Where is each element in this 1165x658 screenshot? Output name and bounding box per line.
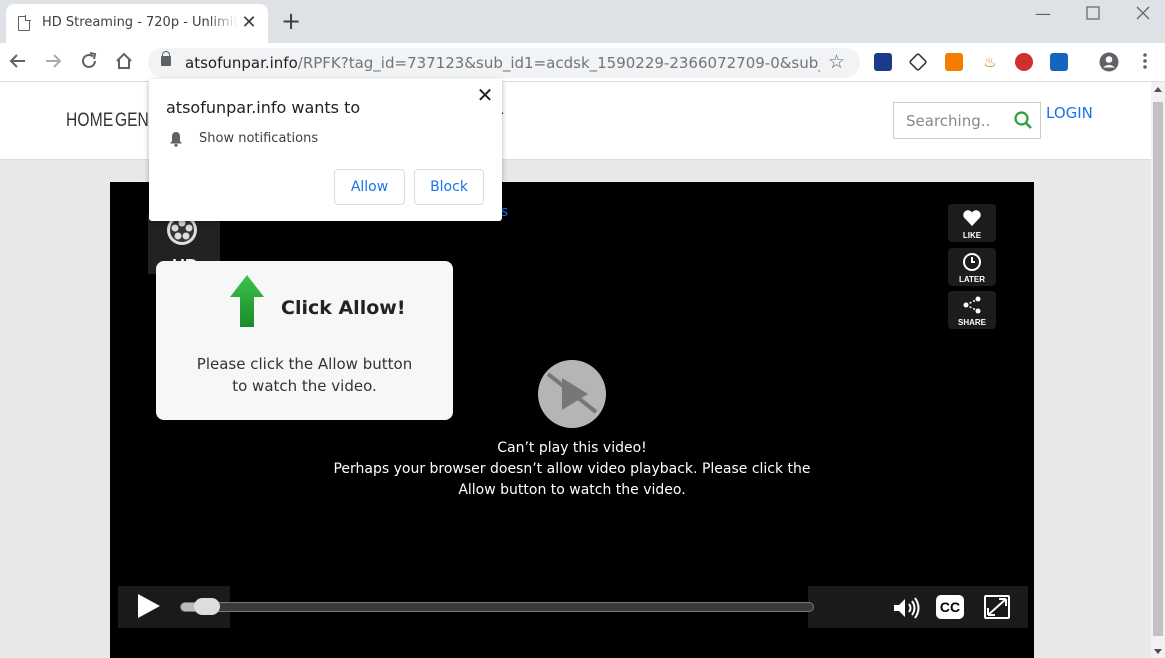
heart-icon <box>963 210 981 226</box>
browser-tab[interactable]: HD Streaming - 720p - Unlimited ✕ <box>6 4 268 43</box>
search-box[interactable] <box>893 102 1041 139</box>
extension-diamond-icon[interactable] <box>908 52 928 72</box>
profile-icon <box>1099 52 1119 72</box>
extension-orange-icon[interactable] <box>945 53 963 71</box>
clock-icon <box>963 253 981 271</box>
click-allow-line-1: Please click the Allow button <box>196 355 413 373</box>
minimize-button[interactable]: — <box>1033 4 1053 23</box>
share-button[interactable]: SHARE <box>948 291 996 329</box>
forward-button[interactable] <box>42 51 64 73</box>
allow-button[interactable]: Allow <box>334 169 405 205</box>
scroll-thumb[interactable] <box>1153 102 1163 636</box>
error-line-2: Allow button to watch the video. <box>458 482 686 498</box>
url-text[interactable]: atsofunpar.info/RPFK?tag_id=737123&sub_i… <box>185 54 820 72</box>
bell-icon <box>170 132 182 147</box>
forward-icon <box>46 54 62 68</box>
notification-permission-dialog: atsofunpar.info wants to ✕ Show notifica… <box>149 79 502 221</box>
later-button[interactable]: LATER <box>948 248 996 286</box>
fullscreen-icon[interactable] <box>984 595 1010 619</box>
browser-toolbar: atsofunpar.info/RPFK?tag_id=737123&sub_i… <box>0 43 1165 82</box>
click-allow-line-2: to watch the video. <box>232 377 377 395</box>
block-button[interactable]: Block <box>414 169 484 205</box>
new-tab-button[interactable]: + <box>280 9 302 33</box>
document-icon <box>18 15 31 31</box>
back-button[interactable] <box>7 51 29 73</box>
menu-button[interactable] <box>1134 51 1156 73</box>
menu-icon <box>1143 53 1147 69</box>
extension-clapper-icon[interactable] <box>1050 53 1068 71</box>
reload-button[interactable] <box>78 51 100 73</box>
star-icon[interactable]: ☆ <box>828 51 845 73</box>
tab-title: HD Streaming - 720p - Unlimited <box>42 15 238 30</box>
home-icon <box>116 52 132 69</box>
tab-close-icon[interactable]: ✕ <box>239 13 259 33</box>
play-icon[interactable] <box>138 594 160 618</box>
close-icon <box>1136 6 1150 20</box>
permission-text: Show notifications <box>199 131 319 146</box>
nav-home[interactable]: HOME <box>66 110 113 132</box>
window-close-button[interactable] <box>1133 4 1153 22</box>
cc-button[interactable]: CC <box>936 595 964 619</box>
later-label: LATER <box>958 275 986 284</box>
extension-bag-icon[interactable]: ♨ <box>981 53 999 71</box>
like-button[interactable]: LIKE <box>948 204 996 242</box>
maximize-button[interactable] <box>1083 4 1103 22</box>
search-input[interactable] <box>894 103 1012 138</box>
maximize-icon <box>1086 6 1100 20</box>
green-up-arrow-icon <box>230 275 264 327</box>
error-line-1: Perhaps your browser doesn’t allow video… <box>333 461 811 477</box>
dialog-title: atsofunpar.info wants to <box>166 98 361 117</box>
disabled-play-icon[interactable] <box>538 360 606 428</box>
dialog-close-icon[interactable]: ✕ <box>475 85 495 105</box>
extension-map-icon[interactable] <box>874 53 892 71</box>
volume-icon[interactable] <box>892 596 922 620</box>
lock-icon[interactable] <box>161 51 171 66</box>
click-allow-heading: Click Allow! <box>281 297 406 319</box>
playback-error-message: Can’t play this video! Perhaps your brow… <box>322 438 822 501</box>
address-bar[interactable]: atsofunpar.info/RPFK?tag_id=737123&sub_i… <box>148 48 860 78</box>
url-path: /RPFK?tag_id=737123&sub_id1=acdsk_159022… <box>297 54 820 72</box>
tab-strip: HD Streaming - 720p - Unlimited ✕ + — <box>0 0 1165 43</box>
progress-bar[interactable] <box>180 602 814 612</box>
scroll-up-arrow-icon[interactable] <box>1154 87 1162 92</box>
video-player[interactable]: HD ds LIKE LATER SHARE Can’t play this v… <box>110 182 1034 658</box>
share-label: SHARE <box>957 318 986 327</box>
reload-icon <box>82 52 97 68</box>
click-allow-card: Click Allow! Please click the Allow butt… <box>156 261 453 420</box>
home-button[interactable] <box>113 51 135 73</box>
scroll-down-arrow-icon[interactable] <box>1154 649 1162 654</box>
login-link[interactable]: LOGIN <box>1046 104 1093 122</box>
extension-red-icon[interactable] <box>1015 53 1033 71</box>
error-title: Can’t play this video! <box>497 440 647 456</box>
click-allow-body: Please click the Allow button to watch t… <box>176 353 433 397</box>
share-icon <box>963 296 981 314</box>
like-label: LIKE <box>962 231 982 240</box>
profile-button[interactable] <box>1098 51 1120 73</box>
back-icon <box>9 54 25 68</box>
url-domain: atsofunpar.info <box>185 54 298 72</box>
progress-thumb[interactable] <box>194 598 220 615</box>
page-scrollbar[interactable] <box>1151 82 1165 658</box>
search-icon[interactable] <box>1014 111 1032 129</box>
